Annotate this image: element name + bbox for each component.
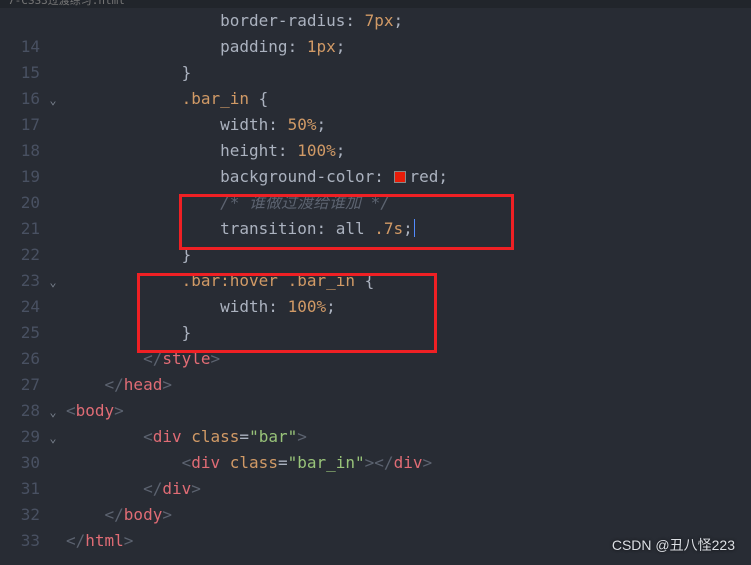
code-line[interactable]: .bar_in { <box>66 86 751 112</box>
line-number: 22 <box>0 242 40 268</box>
fold-toggle <box>46 138 66 164</box>
fold-toggle <box>46 34 66 60</box>
code-line[interactable]: padding: 1px; <box>66 34 751 60</box>
code-line[interactable]: } <box>66 242 751 268</box>
color-swatch <box>394 171 406 183</box>
chevron-down-icon[interactable]: ⌄ <box>46 425 60 451</box>
fold-toggle[interactable]: ⌄ <box>46 268 66 294</box>
watermark: CSDN @丑八怪223 <box>612 535 735 555</box>
line-number: 30 <box>0 450 40 476</box>
code-line[interactable]: <body> <box>66 398 751 424</box>
fold-toggle <box>46 112 66 138</box>
code-line[interactable]: } <box>66 320 751 346</box>
code-line[interactable]: height: 100%; <box>66 138 751 164</box>
line-number: 29 <box>0 424 40 450</box>
fold-toggle <box>46 502 66 528</box>
code-line[interactable]: </body> <box>66 502 751 528</box>
fold-toggle <box>46 216 66 242</box>
fold-toggle <box>46 8 66 34</box>
fold-toggle <box>46 320 66 346</box>
fold-toggle <box>46 294 66 320</box>
fold-toggle <box>46 476 66 502</box>
fold-toggle[interactable]: ⌄ <box>46 424 66 450</box>
breadcrumb-file: 7-CSS3过渡练习.html <box>8 0 125 8</box>
text-cursor <box>414 219 415 237</box>
line-number: 23 <box>0 268 40 294</box>
code-line[interactable]: } <box>66 60 751 86</box>
code-area[interactable]: border-radius: 7px; padding: 1px; } .bar… <box>66 8 751 565</box>
breadcrumb: 7-CSS3过渡练习.html <box>0 0 751 8</box>
code-line[interactable]: background-color: red; <box>66 164 751 190</box>
line-number: 15 <box>0 60 40 86</box>
chevron-down-icon[interactable]: ⌄ <box>46 269 60 295</box>
code-line[interactable]: border-radius: 7px; <box>66 8 751 34</box>
line-number: 17 <box>0 112 40 138</box>
fold-toggle <box>46 242 66 268</box>
chevron-down-icon[interactable]: ⌄ <box>46 87 60 113</box>
fold-toggle <box>46 372 66 398</box>
code-editor[interactable]: 1415161718192021222324252627282930313233… <box>0 8 751 565</box>
line-number: 20 <box>0 190 40 216</box>
line-number: 24 <box>0 294 40 320</box>
fold-toggle <box>46 164 66 190</box>
line-number: 21 <box>0 216 40 242</box>
line-number: 33 <box>0 528 40 554</box>
code-line[interactable]: </div> <box>66 476 751 502</box>
line-number-gutter: 1415161718192021222324252627282930313233 <box>0 8 46 565</box>
code-line[interactable]: </head> <box>66 372 751 398</box>
line-number: 27 <box>0 372 40 398</box>
line-number: 18 <box>0 138 40 164</box>
line-number: 19 <box>0 164 40 190</box>
line-number: 31 <box>0 476 40 502</box>
fold-toggle <box>46 190 66 216</box>
code-line[interactable]: .bar:hover .bar_in { <box>66 268 751 294</box>
line-number: 28 <box>0 398 40 424</box>
code-line[interactable]: /* 谁做过渡给谁加 */ <box>66 190 751 216</box>
line-number: 14 <box>0 34 40 60</box>
code-line[interactable]: </style> <box>66 346 751 372</box>
code-line[interactable]: transition: all .7s; <box>66 216 751 242</box>
fold-toggle <box>46 346 66 372</box>
fold-toggle <box>46 450 66 476</box>
line-number: 32 <box>0 502 40 528</box>
fold-toggle <box>46 60 66 86</box>
code-line[interactable]: <div class="bar_in"></div> <box>66 450 751 476</box>
line-number: 25 <box>0 320 40 346</box>
line-number: 26 <box>0 346 40 372</box>
chevron-down-icon[interactable]: ⌄ <box>46 399 60 425</box>
code-line[interactable]: <div class="bar"> <box>66 424 751 450</box>
line-number: 16 <box>0 86 40 112</box>
line-number <box>0 8 40 34</box>
fold-column[interactable]: ⌄⌄⌄⌄ <box>46 8 66 565</box>
fold-toggle[interactable]: ⌄ <box>46 86 66 112</box>
fold-toggle[interactable]: ⌄ <box>46 398 66 424</box>
code-line[interactable]: width: 100%; <box>66 294 751 320</box>
code-line[interactable]: width: 50%; <box>66 112 751 138</box>
fold-toggle <box>46 528 66 554</box>
